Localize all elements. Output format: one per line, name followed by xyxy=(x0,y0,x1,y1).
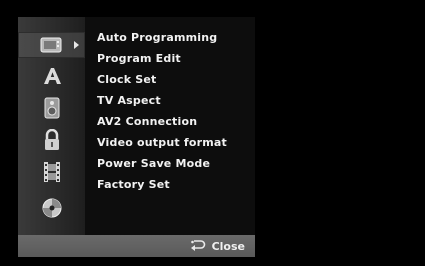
menu-item-power-save-mode[interactable]: Power Save Mode xyxy=(97,153,255,174)
settings-menu-list: Auto Programming Program Edit Clock Set … xyxy=(97,27,255,195)
return-icon xyxy=(190,239,206,254)
selected-arrow-icon xyxy=(74,41,79,49)
menu-item-tv-aspect[interactable]: TV Aspect xyxy=(97,90,255,111)
close-label: Close xyxy=(211,239,245,253)
speaker-icon xyxy=(42,97,62,119)
close-button[interactable]: Close xyxy=(190,239,245,254)
disc-icon xyxy=(41,197,63,219)
menu-footer-bar: Close xyxy=(18,235,255,257)
menu-item-program-edit[interactable]: Program Edit xyxy=(97,48,255,69)
category-language[interactable] xyxy=(18,63,85,89)
menu-item-clock-set[interactable]: Clock Set xyxy=(97,69,255,90)
category-audio[interactable] xyxy=(18,95,85,121)
category-recording[interactable] xyxy=(18,159,85,185)
category-lock[interactable] xyxy=(18,127,85,153)
tv-icon xyxy=(39,35,65,55)
menu-item-auto-programming[interactable]: Auto Programming xyxy=(97,27,255,48)
menu-item-factory-set[interactable]: Factory Set xyxy=(97,174,255,195)
category-disc[interactable] xyxy=(18,195,85,221)
menu-item-av2-connection[interactable]: AV2 Connection xyxy=(97,111,255,132)
film-icon xyxy=(42,161,62,183)
menu-item-video-output-format[interactable]: Video output format xyxy=(97,132,255,153)
category-general[interactable] xyxy=(18,32,85,58)
lock-icon xyxy=(42,129,62,151)
language-a-icon xyxy=(41,66,63,86)
category-icon-column xyxy=(18,17,85,235)
